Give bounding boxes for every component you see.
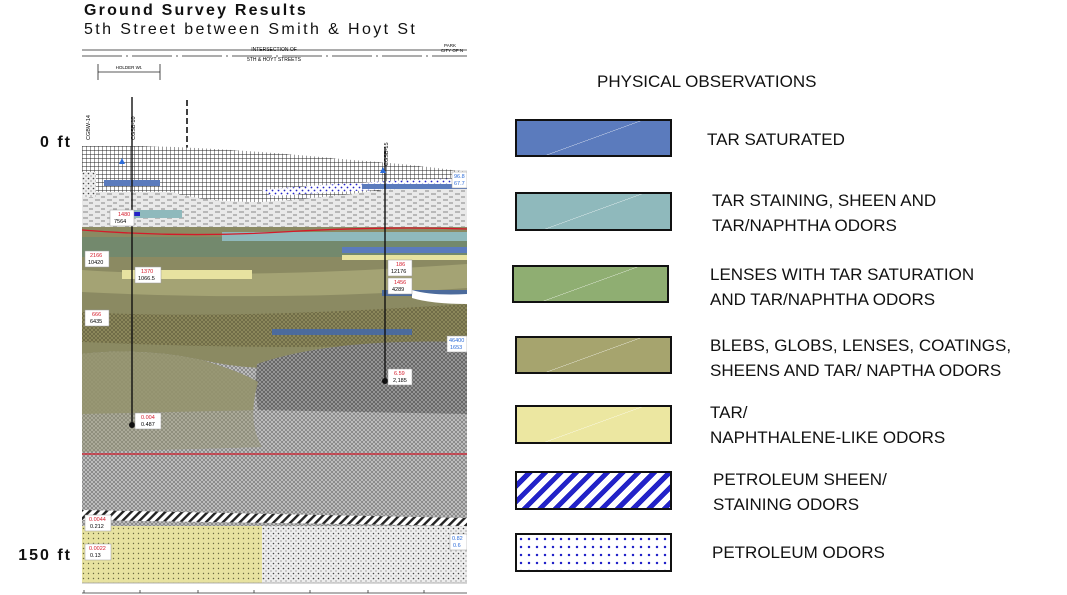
sample-reading-666: 6666435 [84,309,110,327]
sample-reading-1456: 14564289 [387,277,413,295]
legend-label-tar-staining: TAR STAINING, SHEEN AND TAR/NAPHTHA ODOR… [712,191,937,235]
intersection-label: INTERSECTION OF [251,47,297,53]
svg-text:0.82: 0.82 [452,536,463,542]
svg-text:12176: 12176 [391,269,406,275]
svg-text:2166: 2166 [90,253,102,259]
holder-label: HOLDER Wt. [116,65,143,70]
legend-swatch-petroleum-odors [515,533,672,572]
svg-text:0.13: 0.13 [90,553,101,559]
svg-text:1066.5: 1066.5 [138,276,155,282]
intersection-label-2: 5TH & HOYT STREETS [247,57,301,63]
legend-label-petroleum-sheen: PETROLEUM SHEEN/ STAINING ODORS [713,470,887,514]
svg-text:6.59: 6.59 [394,371,405,377]
svg-text:0.0044: 0.0044 [89,517,106,523]
svg-text:0.0022: 0.0022 [89,546,106,552]
depth-marker-bottom: 150 ft [18,547,72,564]
report-title: Ground Survey Results [84,2,309,19]
legend-swatch-lenses [512,265,669,303]
city-label: CITY OF N [441,48,463,53]
sample-reading-2166: 216610420 [84,250,110,268]
svg-text:4289: 4289 [392,287,404,293]
svg-text:0.004: 0.004 [141,415,155,421]
sample-reading-0-004: 0.0040.487 [134,412,162,430]
sample-reading-0-0044: 0.00440.212 [84,514,112,532]
legend-swatch-blebs [515,336,672,374]
svg-text:1653: 1653 [450,345,462,351]
svg-text:0.6: 0.6 [453,543,461,549]
legend-title: PHYSICAL OBSERVATIONS [597,72,817,91]
sample-reading-96-8: 96.867.7 [451,171,467,189]
svg-text:1456: 1456 [394,280,406,286]
boring-label-cgsb-10: CGSB-10 [131,116,137,140]
svg-text:6435: 6435 [90,319,102,325]
svg-text:1370: 1370 [141,269,153,275]
svg-text:186: 186 [396,262,405,268]
legend-label-tar-odors: TAR/ NAPHTHALENE-LIKE ODORS [710,403,946,447]
report-subtitle: 5th Street between Smith & Hoyt St [84,21,418,38]
legend-label-blebs: BLEBS, GLOBS, LENSES, COATINGS, SHEENS A… [710,336,1012,380]
boring-label-cgbw-14: CGBW-14 [86,115,92,140]
sample-reading-186: 18612176 [387,259,413,277]
svg-text:67.7: 67.7 [454,181,465,187]
svg-text:1480: 1480 [118,212,130,218]
legend-label-lenses: LENSES WITH TAR SATURATION AND TAR/NAPHT… [710,265,975,309]
sample-reading-0-82: 0.820.6 [449,533,467,551]
legend-swatch-tar-saturated [515,119,672,157]
legend-swatch-tar-odors [515,405,672,444]
legend-swatch-petroleum-sheen [515,471,672,510]
svg-text:46400: 46400 [449,338,464,344]
sample-reading-46400: 464001653 [446,335,467,353]
sample-reading-1370: 13701066.5 [134,266,162,284]
svg-text:7564: 7564 [114,219,126,225]
svg-text:666: 666 [92,312,101,318]
legend-swatch-tar-staining [515,192,672,231]
sample-reading-0-0022: 0.00220.13 [84,543,112,561]
depth-marker-top: 0 ft [40,134,72,151]
sample-reading-1480: 14807564 [109,209,135,227]
svg-text:0.487: 0.487 [141,422,155,428]
svg-text:2,185: 2,185 [393,378,407,384]
cross-section-diagram: INTERSECTION OF 5TH & HOYT STREETS PARK … [82,43,467,594]
svg-text:0.212: 0.212 [90,524,104,530]
svg-text:10420: 10420 [88,260,103,266]
svg-text:96.8: 96.8 [454,174,465,180]
legend-label-petroleum-odors: PETROLEUM ODORS [712,543,885,562]
sample-reading-6-59: 6.592,185 [387,368,413,386]
boring-label-cgsb-15: CGSB-15 [384,142,390,166]
legend-label-tar-saturated: TAR SATURATED [707,130,845,149]
